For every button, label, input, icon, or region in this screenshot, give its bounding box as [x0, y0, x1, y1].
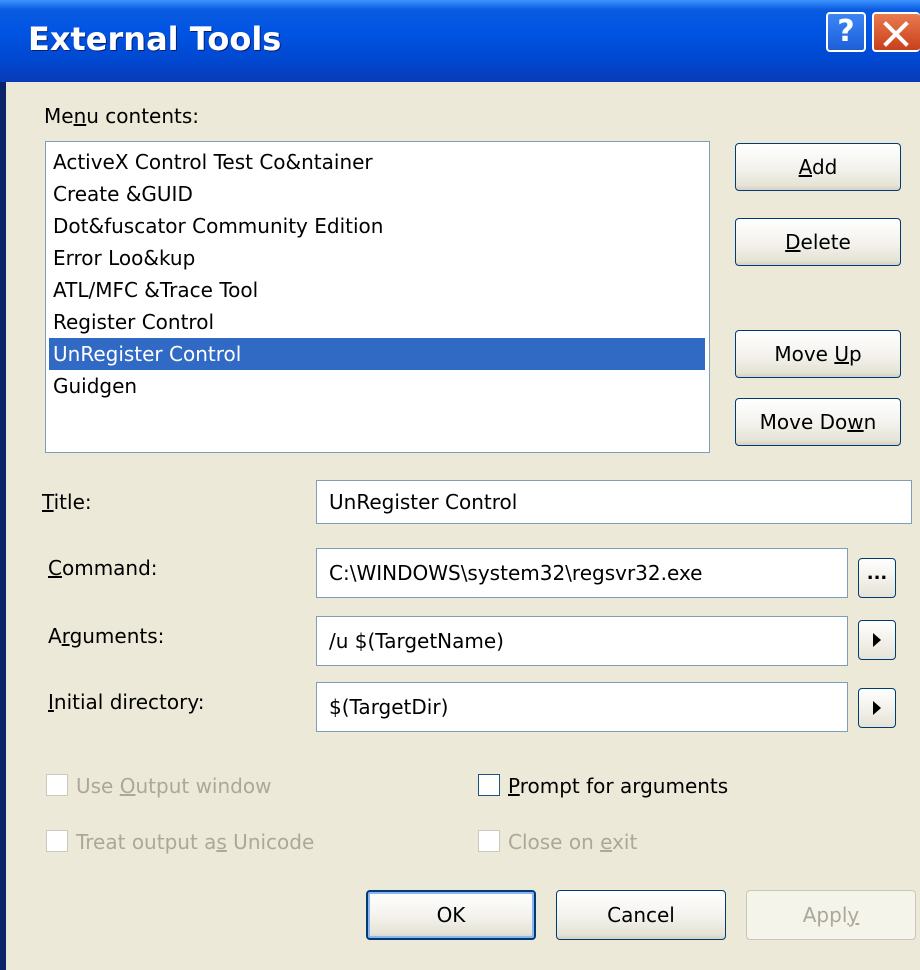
help-icon: ?: [837, 14, 855, 49]
treat-output-unicode-checkbox[interactable]: [46, 830, 68, 852]
title-label: Title:: [42, 490, 92, 514]
menu-contents-label: Menu contents:: [44, 104, 200, 128]
cancel-button[interactable]: Cancel: [556, 890, 726, 940]
menu-contents-list[interactable]: ActiveX Control Test Co&ntainer Create &…: [45, 141, 710, 453]
list-item[interactable]: Error Loo&kup: [49, 242, 705, 274]
dialog-body: Menu contents: ActiveX Control Test Co&n…: [6, 82, 920, 970]
arrow-right-icon: [873, 701, 881, 715]
initial-directory-input[interactable]: $(TargetDir): [316, 682, 848, 732]
use-output-window-label: Use Output window: [76, 774, 272, 798]
list-item[interactable]: ATL/MFC &Trace Tool: [49, 274, 705, 306]
list-item[interactable]: Create &GUID: [49, 178, 705, 210]
close-icon: [883, 21, 909, 47]
command-input[interactable]: C:\WINDOWS\system32\regsvr32.exe: [316, 548, 848, 598]
arguments-label: Arguments:: [48, 624, 165, 648]
title-bar[interactable]: External Tools ?: [0, 0, 920, 82]
add-button[interactable]: Add: [735, 143, 901, 191]
list-item[interactable]: Dot&fuscator Community Edition: [49, 210, 705, 242]
help-button[interactable]: ?: [826, 12, 866, 52]
move-down-button[interactable]: Move Down: [735, 398, 901, 446]
list-item[interactable]: ActiveX Control Test Co&ntainer: [49, 146, 705, 178]
ok-button[interactable]: OK: [366, 890, 536, 940]
title-input[interactable]: UnRegister Control: [316, 480, 912, 524]
delete-button[interactable]: Delete: [735, 218, 901, 266]
list-item[interactable]: Register Control: [49, 306, 705, 338]
browse-command-button[interactable]: ...: [858, 558, 896, 598]
prompt-for-arguments-label: Prompt for arguments: [508, 774, 729, 798]
command-label: Command:: [48, 556, 158, 580]
prompt-for-arguments-checkbox[interactable]: [478, 774, 500, 796]
apply-button[interactable]: Apply: [746, 890, 916, 940]
close-on-exit-label: Close on exit: [508, 830, 638, 854]
ellipsis-icon: ...: [866, 563, 888, 584]
use-output-window-checkbox[interactable]: [46, 774, 68, 796]
close-button[interactable]: [872, 12, 920, 52]
initial-directory-label: Initial directory:: [48, 690, 205, 714]
list-item[interactable]: Guidgen: [49, 370, 705, 402]
initial-directory-macro-button[interactable]: [858, 688, 896, 728]
external-tools-window: External Tools ? Menu contents: ActiveX …: [0, 0, 920, 970]
window-title: External Tools: [28, 20, 282, 58]
arguments-input[interactable]: /u $(TargetName): [316, 616, 848, 666]
move-up-button[interactable]: Move Up: [735, 330, 901, 378]
list-item-selected[interactable]: UnRegister Control: [49, 338, 705, 370]
arrow-right-icon: [873, 633, 881, 647]
treat-output-unicode-label: Treat output as Unicode: [76, 830, 315, 854]
arguments-macro-button[interactable]: [858, 620, 896, 660]
close-on-exit-checkbox[interactable]: [478, 830, 500, 852]
